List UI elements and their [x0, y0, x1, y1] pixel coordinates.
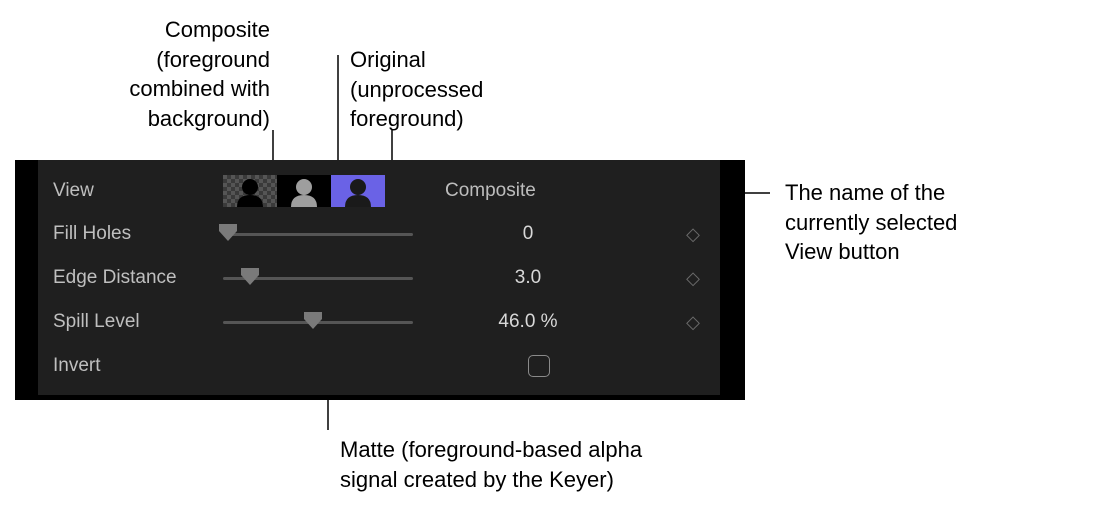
fill-holes-label: Fill Holes [53, 223, 223, 245]
invert-label: Invert [53, 355, 223, 377]
spill-level-keyframe[interactable]: ◇ [686, 312, 700, 333]
edge-distance-keyframe[interactable]: ◇ [686, 268, 700, 289]
edge-distance-value[interactable]: 3.0 [443, 267, 613, 289]
fill-holes-row: Fill Holes 0 ◇ [38, 212, 720, 256]
invert-row: Invert [38, 344, 720, 388]
view-button-original[interactable] [331, 175, 385, 207]
invert-checkbox[interactable] [528, 355, 550, 377]
fill-holes-value[interactable]: 0 [443, 223, 613, 245]
spill-level-row: Spill Level 46.0 % ◇ [38, 300, 720, 344]
spill-level-value[interactable]: 46.0 % [443, 311, 613, 333]
edge-distance-row: Edge Distance 3.0 ◇ [38, 256, 720, 300]
view-buttons [223, 175, 385, 207]
fill-holes-keyframe[interactable]: ◇ [686, 224, 700, 245]
edge-distance-label: Edge Distance [53, 267, 223, 289]
inspector-panel: View [38, 160, 720, 395]
view-row: View [38, 160, 720, 212]
spill-level-slider[interactable] [223, 310, 413, 334]
view-selected-name: Composite [445, 180, 536, 202]
annotation-composite: Composite(foregroundcombined withbackgro… [95, 15, 270, 134]
annotation-original: Original(unprocessedforeground) [350, 45, 483, 134]
inspector-panel-container: View [15, 160, 745, 400]
view-label: View [53, 180, 223, 202]
annotation-view-name: The name of thecurrently selectedView bu… [785, 178, 957, 267]
view-button-matte[interactable] [277, 175, 331, 207]
annotation-matte: Matte (foreground-based alphasignal crea… [340, 435, 642, 494]
view-button-composite[interactable] [223, 175, 277, 207]
edge-distance-slider[interactable] [223, 266, 413, 290]
spill-level-label: Spill Level [53, 311, 223, 333]
fill-holes-slider[interactable] [223, 222, 413, 246]
